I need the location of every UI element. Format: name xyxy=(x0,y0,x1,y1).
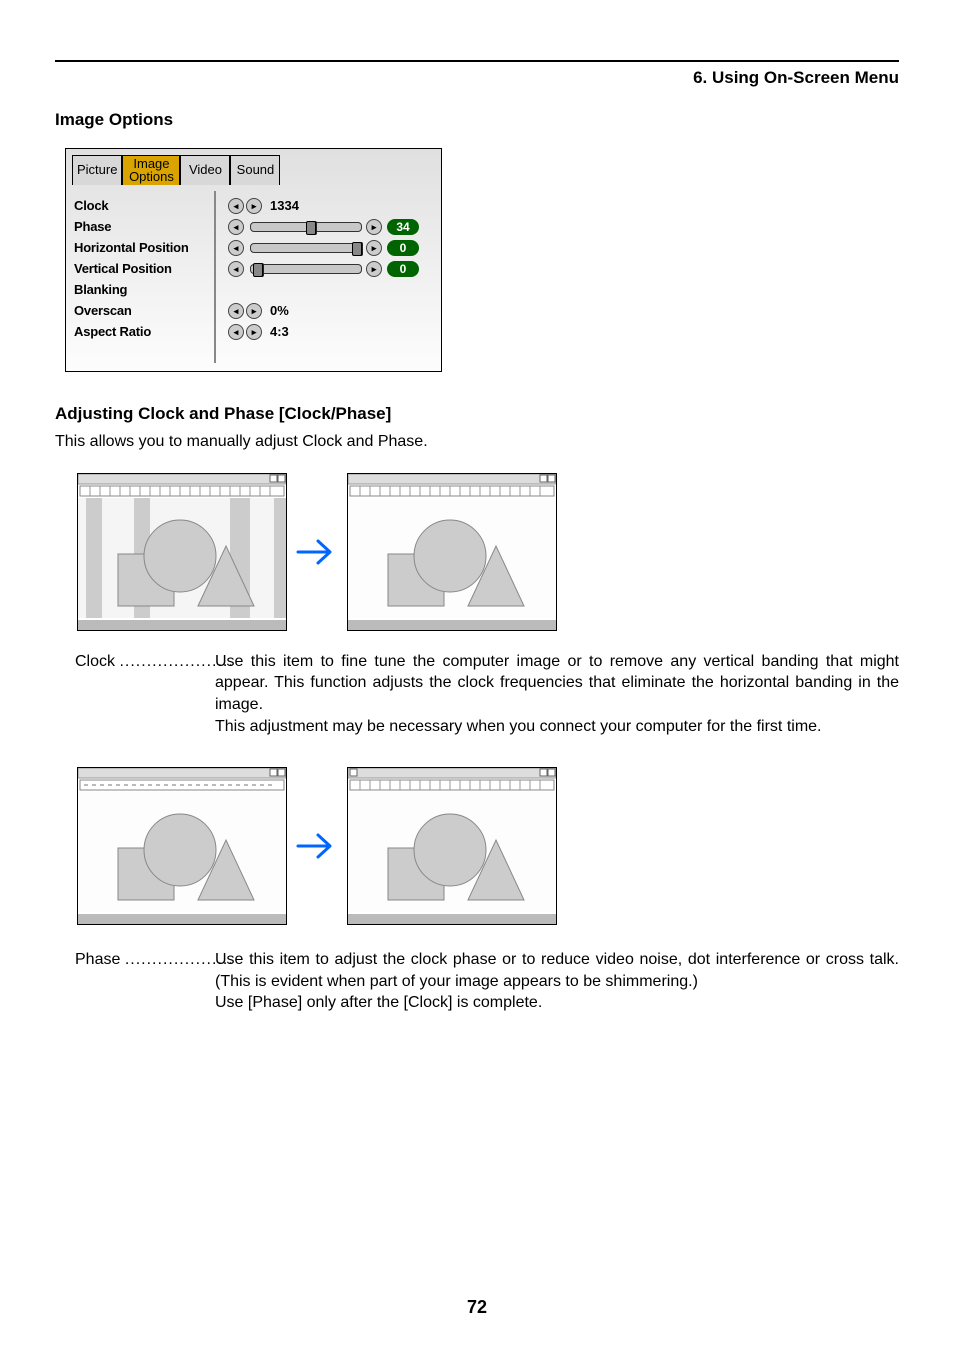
row-blanking xyxy=(228,279,433,300)
osd-panel: Picture Image Options Video Sound Clock … xyxy=(65,148,442,372)
subheading-clock-phase: Adjusting Clock and Phase [Clock/Phase] xyxy=(55,404,899,424)
intro-text: This allows you to manually adjust Clock… xyxy=(55,432,899,453)
arrow-left-icon[interactable]: ◂ xyxy=(228,324,244,340)
row-phase: ◂ ▸ 34 xyxy=(228,216,433,237)
label-blanking: Blanking xyxy=(74,279,214,300)
phase-value: 34 xyxy=(387,219,419,235)
arrow-left-icon[interactable]: ◂ xyxy=(228,198,244,214)
phase-desc-p2: Use [Phase] only after the [Clock] is co… xyxy=(215,994,542,1011)
clock-desc-p1: Use this item to fine tune the computer … xyxy=(215,653,899,713)
label-phase: Phase xyxy=(74,216,214,237)
label-aspect: Aspect Ratio xyxy=(74,321,214,342)
arrow-left-icon[interactable]: ◂ xyxy=(228,303,244,319)
phase-slider[interactable] xyxy=(250,222,362,232)
label-hpos: Horizontal Position xyxy=(74,237,214,258)
hpos-value: 0 xyxy=(387,240,419,256)
clock-desc-p2: This adjustment may be necessary when yo… xyxy=(215,718,822,735)
osd-labels: Clock Phase Horizontal Position Vertical… xyxy=(74,191,216,363)
arrow-right-icon[interactable]: ▸ xyxy=(246,198,262,214)
tab-video[interactable]: Video xyxy=(180,155,230,185)
section-title: Image Options xyxy=(55,110,899,130)
row-overscan: ◂ ▸ 0% xyxy=(228,300,433,321)
chapter-title: 6. Using On-Screen Menu xyxy=(55,68,899,88)
phase-diagram-row xyxy=(77,767,899,925)
tab-sound[interactable]: Sound xyxy=(230,155,280,185)
vpos-value: 0 xyxy=(387,261,419,277)
arrow-right-icon[interactable]: ▸ xyxy=(366,240,382,256)
row-clock: ◂ ▸ 1334 xyxy=(228,195,433,216)
hpos-slider[interactable] xyxy=(250,243,362,253)
arrow-right-large-icon xyxy=(287,529,347,575)
phase-desc-p1: Use this item to adjust the clock phase … xyxy=(215,951,899,990)
tab-picture[interactable]: Picture xyxy=(72,155,122,185)
arrow-left-icon[interactable]: ◂ xyxy=(228,219,244,235)
label-vpos: Vertical Position xyxy=(74,258,214,279)
tab-image-options-line2: Options xyxy=(129,170,174,183)
clock-value: 1334 xyxy=(270,198,299,213)
arrow-left-icon[interactable]: ◂ xyxy=(228,261,244,277)
arrow-right-large-icon xyxy=(287,823,347,869)
clock-description: Clock ..................... Use this ite… xyxy=(55,651,899,737)
vpos-slider[interactable] xyxy=(250,264,362,274)
osd-tabs: Picture Image Options Video Sound xyxy=(72,155,280,185)
arrow-left-icon[interactable]: ◂ xyxy=(228,240,244,256)
row-hpos: ◂ ▸ 0 xyxy=(228,237,433,258)
clock-diagram-after xyxy=(347,473,557,631)
arrow-right-icon[interactable]: ▸ xyxy=(246,324,262,340)
row-vpos: ◂ ▸ 0 xyxy=(228,258,433,279)
arrow-right-icon[interactable]: ▸ xyxy=(246,303,262,319)
phase-diagram-after xyxy=(347,767,557,925)
page-number: 72 xyxy=(0,1297,954,1318)
tab-image-options[interactable]: Image Options xyxy=(122,155,180,185)
arrow-right-icon[interactable]: ▸ xyxy=(366,219,382,235)
phase-description: Phase .................... Use this item… xyxy=(55,949,899,1014)
clock-desc-label: Clock xyxy=(75,653,115,670)
tab-image-options-line1: Image xyxy=(133,157,169,170)
overscan-value: 0% xyxy=(270,303,289,318)
aspect-value: 4:3 xyxy=(270,324,289,339)
label-clock: Clock xyxy=(74,195,214,216)
row-aspect: ◂ ▸ 4:3 xyxy=(228,321,433,342)
label-overscan: Overscan xyxy=(74,300,214,321)
clock-diagram-row xyxy=(77,473,899,631)
phase-diagram-before xyxy=(77,767,287,925)
phase-desc-label: Phase xyxy=(75,951,120,968)
clock-diagram-before xyxy=(77,473,287,631)
header-rule xyxy=(55,60,899,62)
arrow-right-icon[interactable]: ▸ xyxy=(366,261,382,277)
